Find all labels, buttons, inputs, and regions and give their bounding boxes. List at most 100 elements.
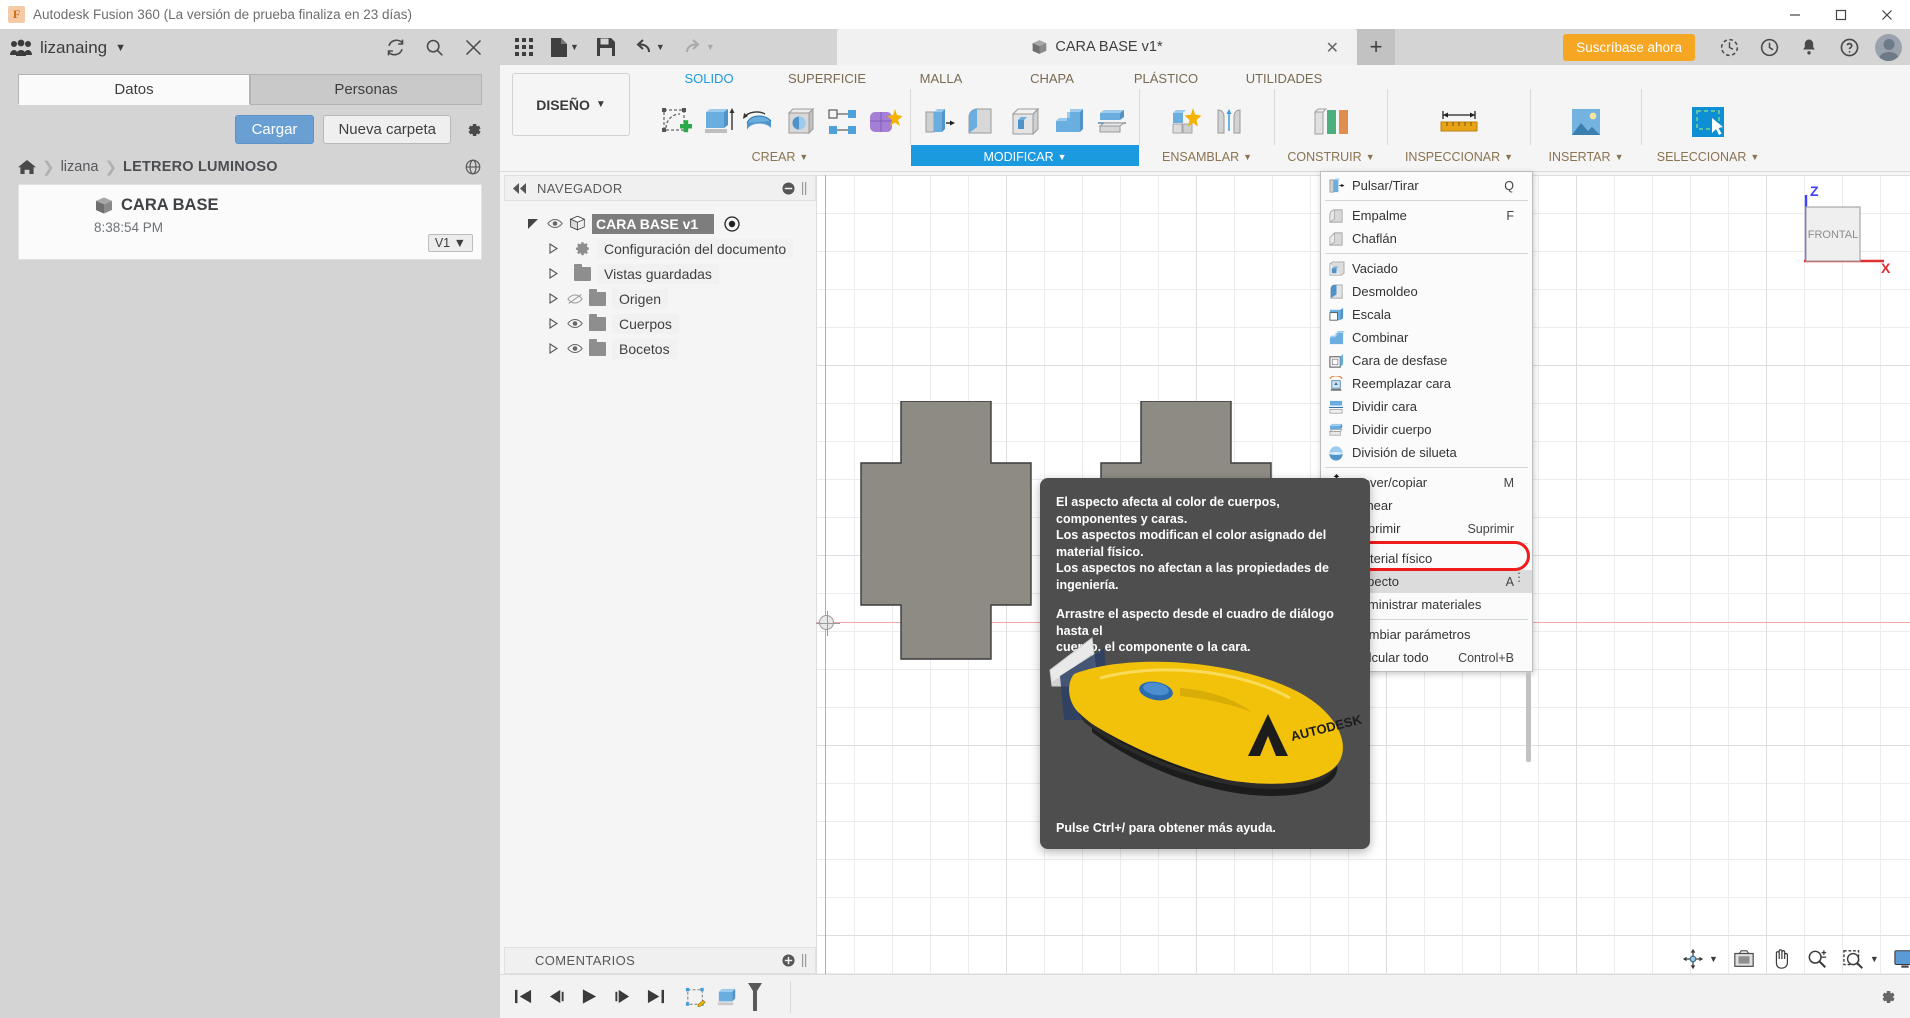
- eye-hidden-icon[interactable]: [566, 293, 583, 305]
- tree-node-root[interactable]: CARA BASE v1: [504, 211, 816, 236]
- minimize-icon[interactable]: [1772, 0, 1818, 29]
- view-cube[interactable]: Z X FRONTAL: [1780, 183, 1890, 283]
- chevron-down-icon[interactable]: ▼: [1709, 954, 1718, 964]
- look-at-icon[interactable]: [1732, 948, 1756, 970]
- breadcrumb-item-current[interactable]: LETRERO LUMINOSO: [123, 159, 278, 175]
- notifications-bell-icon[interactable]: [1789, 29, 1829, 65]
- redo-icon[interactable]: ▼: [674, 29, 724, 65]
- expand-arrow-icon[interactable]: [546, 293, 560, 304]
- offset-plane-icon[interactable]: [1310, 99, 1352, 145]
- tab-datos[interactable]: Datos: [18, 74, 250, 105]
- menu-item-escala[interactable]: Escala: [1321, 303, 1532, 326]
- workspace-switcher[interactable]: DISEÑO ▼: [512, 73, 630, 136]
- help-question-icon[interactable]: [1829, 29, 1869, 65]
- close-icon[interactable]: ✕: [1326, 38, 1339, 58]
- sketch-feature-icon[interactable]: [683, 985, 710, 1012]
- panel-title-modificar[interactable]: MODIFICAR ▼: [911, 145, 1139, 166]
- new-tab-button[interactable]: +: [1357, 29, 1395, 65]
- undo-icon[interactable]: ▼: [624, 29, 674, 65]
- zoom-window-icon[interactable]: [1842, 948, 1866, 970]
- form-icon[interactable]: [864, 99, 904, 145]
- minus-circle-icon[interactable]: [782, 181, 795, 195]
- subscribe-button[interactable]: Suscríbase ahora: [1563, 33, 1695, 61]
- extrude-feature-icon[interactable]: [714, 985, 741, 1012]
- press-pull-icon[interactable]: [917, 99, 959, 145]
- origin-point[interactable]: [816, 611, 840, 636]
- display-settings-icon[interactable]: [1893, 948, 1910, 970]
- gear-icon[interactable]: [460, 119, 486, 141]
- split-body-icon[interactable]: [1091, 99, 1133, 145]
- new-folder-button[interactable]: Nueva carpeta: [323, 115, 451, 144]
- chevron-down-icon[interactable]: ▼: [570, 42, 579, 52]
- menu-item-cara-de-desfase[interactable]: Cara de desfase: [1321, 349, 1532, 372]
- step-back-icon[interactable]: [547, 988, 566, 1005]
- joint-icon[interactable]: [1208, 99, 1250, 145]
- list-item[interactable]: CARA BASE: [19, 185, 481, 216]
- grip-icon[interactable]: [801, 954, 807, 967]
- insert-image-icon[interactable]: [1565, 99, 1607, 145]
- fillet-icon[interactable]: [961, 99, 1003, 145]
- expand-arrow-icon[interactable]: [546, 243, 560, 254]
- panel-title-seleccionar[interactable]: SELECCIONAR ▼: [1642, 145, 1774, 166]
- eye-visible-icon[interactable]: [546, 218, 563, 229]
- sweep-icon[interactable]: [781, 99, 821, 145]
- go-to-end-icon[interactable]: [646, 988, 665, 1005]
- eye-visible-icon[interactable]: [566, 343, 583, 354]
- document-tab[interactable]: CARA BASE v1* ✕: [837, 29, 1357, 65]
- search-icon[interactable]: [424, 37, 445, 58]
- timeline-settings[interactable]: [1876, 986, 1910, 1008]
- grip-icon[interactable]: [801, 181, 807, 195]
- new-component-icon[interactable]: [1164, 99, 1206, 145]
- panel-title-insertar[interactable]: INSERTAR ▼: [1531, 145, 1641, 166]
- menu-item-chaflan[interactable]: Chaflán: [1321, 227, 1532, 250]
- step-forward-icon[interactable]: [613, 988, 632, 1005]
- recent-icon[interactable]: [1749, 29, 1789, 65]
- chevron-down-icon[interactable]: ▼: [656, 42, 665, 52]
- refresh-icon[interactable]: [385, 37, 406, 58]
- menu-item-vaciado[interactable]: Vaciado: [1321, 257, 1532, 280]
- shell-icon[interactable]: [1004, 99, 1046, 145]
- pan-icon[interactable]: [1770, 948, 1792, 970]
- menu-item-dividir-cuerpo[interactable]: Dividir cuerpo: [1321, 418, 1532, 441]
- pattern-icon[interactable]: [823, 99, 863, 145]
- close-panel-icon[interactable]: [463, 37, 484, 58]
- menu-scrollbar[interactable]: [1526, 672, 1531, 762]
- menu-item-empalme[interactable]: Empalme F: [1321, 204, 1532, 227]
- home-icon[interactable]: [18, 159, 36, 175]
- comments-panel[interactable]: COMENTARIOS: [504, 947, 816, 974]
- file-icon[interactable]: ▼: [542, 29, 588, 65]
- globe-icon[interactable]: [464, 158, 482, 176]
- timeline-marker-icon[interactable]: [745, 982, 765, 1012]
- panel-title-crear[interactable]: CREAR ▼: [650, 145, 910, 166]
- go-to-beginning-icon[interactable]: [514, 988, 533, 1005]
- panel-title-ensamblar[interactable]: ENSAMBLAR ▼: [1140, 145, 1274, 166]
- chevron-down-icon[interactable]: ▼: [115, 42, 126, 54]
- activate-component-icon[interactable]: [724, 215, 740, 232]
- version-badge[interactable]: V1 ▼: [427, 234, 473, 252]
- expand-arrow-icon[interactable]: [526, 218, 540, 230]
- revolve-icon[interactable]: [739, 99, 779, 145]
- collapse-left-icon[interactable]: [513, 182, 527, 194]
- expand-arrow-icon[interactable]: [546, 343, 560, 354]
- panel-title-construir[interactable]: CONSTRUIR ▼: [1275, 145, 1387, 166]
- close-icon[interactable]: [1864, 0, 1910, 29]
- create-sketch-icon[interactable]: [656, 99, 696, 145]
- menu-item-overflow-icon[interactable]: ⋮: [1513, 571, 1525, 583]
- tree-node-origen[interactable]: Origen: [504, 286, 816, 311]
- menu-item-combinar[interactable]: Combinar: [1321, 326, 1532, 349]
- menu-item-dividir-cara[interactable]: Dividir cara: [1321, 395, 1532, 418]
- tree-node-saved-views[interactable]: Vistas guardadas: [504, 261, 816, 286]
- chevron-down-icon[interactable]: ▼: [706, 42, 715, 52]
- save-icon[interactable]: [588, 29, 624, 65]
- tab-personas[interactable]: Personas: [250, 74, 482, 105]
- extrude-icon[interactable]: [698, 99, 738, 145]
- menu-item-reemplazar-cara[interactable]: Reemplazar cara: [1321, 372, 1532, 395]
- upload-button[interactable]: Cargar: [234, 115, 315, 144]
- chevron-down-icon[interactable]: ▼: [1870, 954, 1879, 964]
- expand-arrow-icon[interactable]: [546, 268, 560, 279]
- team-name[interactable]: lizanaing: [40, 38, 107, 58]
- expand-arrow-icon[interactable]: [546, 318, 560, 329]
- panel-title-inspeccionar[interactable]: INSPECCIONAR ▼: [1388, 145, 1530, 166]
- breadcrumb-item-lizana[interactable]: lizana: [61, 159, 99, 175]
- eye-visible-icon[interactable]: [566, 318, 583, 329]
